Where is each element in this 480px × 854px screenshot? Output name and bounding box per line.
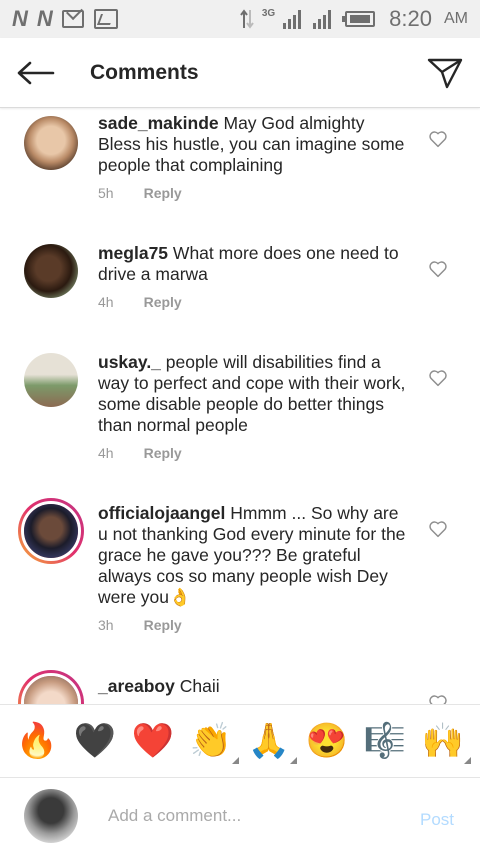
clock-time: 8:20 [389,6,432,31]
comment-username[interactable]: officialojaangel [98,503,225,523]
emoji-quick-reply-bar: 🔥 🖤 ❤️ 👏 🙏 😍 🎼 🙌 [0,704,480,778]
comment-time: 5h [98,185,114,201]
heart-icon[interactable] [428,260,448,278]
signal-strength-icon [313,9,332,29]
notification-n-icon: N [12,6,28,31]
comments-header: Comments [0,38,480,108]
signal-strength-icon [283,9,302,29]
back-button[interactable] [0,38,72,108]
musical-score-emoji-button[interactable]: 🎼 [361,724,409,758]
arrow-left-icon [17,61,55,84]
page-title: Comments [90,60,199,84]
comment-username[interactable]: uskay._ [98,352,161,372]
reply-button[interactable]: Reply [144,294,182,310]
clock-ampm: AM [444,10,468,27]
comment-input-bar: Post [0,778,480,854]
heart-icon[interactable] [428,694,448,704]
skin-tone-indicator-icon [290,757,297,764]
gallery-notification-icon [93,9,118,29]
comment-time: 4h [98,294,114,310]
comment-text: Chaii [179,676,220,696]
skin-tone-indicator-icon [464,757,471,764]
clapping-hands-emoji-button[interactable]: 👏 [187,722,239,764]
current-user-avatar [24,789,78,843]
send-icon [427,58,463,88]
data-transfer-icon [240,8,254,30]
avatar-story-ring[interactable] [18,670,84,704]
heart-icon[interactable] [428,130,448,148]
comment-time: 3h [98,617,114,633]
red-heart-emoji-button[interactable]: ❤️ [129,724,177,758]
network-type-label: 3G [261,7,276,19]
comment-username[interactable]: megla75 [98,243,168,263]
notification-n-icon: N [36,6,53,31]
avatar[interactable] [24,244,78,298]
heart-icon[interactable] [428,369,448,387]
battery-icon [342,11,376,27]
fire-emoji-button[interactable]: 🔥 [13,724,61,758]
post-button[interactable]: Post [402,810,472,830]
skin-tone-indicator-icon [232,757,239,764]
reply-button[interactable]: Reply [144,445,182,461]
comment-username[interactable]: sade_makinde [98,113,219,133]
raising-hands-emoji-button[interactable]: 🙌 [419,722,471,764]
black-heart-emoji-button[interactable]: 🖤 [71,724,119,758]
comment-username[interactable]: _areaboy [98,676,175,696]
heart-eyes-emoji-button[interactable]: 😍 [303,724,351,758]
folded-hands-emoji-button[interactable]: 🙏 [245,722,297,764]
comment-time: 4h [98,445,114,461]
comments-list[interactable]: sade_makinde May God almighty Bless his … [0,108,480,704]
mail-notification-icon [61,10,84,28]
avatar[interactable] [24,353,78,407]
heart-icon[interactable] [428,520,448,538]
avatar[interactable] [24,116,78,170]
comment-input[interactable] [108,806,402,826]
clapping-hands-emoji: 👏 [189,722,233,760]
avatar-story-ring[interactable] [18,498,84,564]
reply-button[interactable]: Reply [144,185,182,201]
raising-hands-emoji: 🙌 [421,722,465,760]
status-bar: N N 3G 8:20 AM [0,0,480,38]
folded-hands-emoji: 🙏 [247,722,291,760]
share-button[interactable] [410,38,480,108]
reply-button[interactable]: Reply [144,617,182,633]
